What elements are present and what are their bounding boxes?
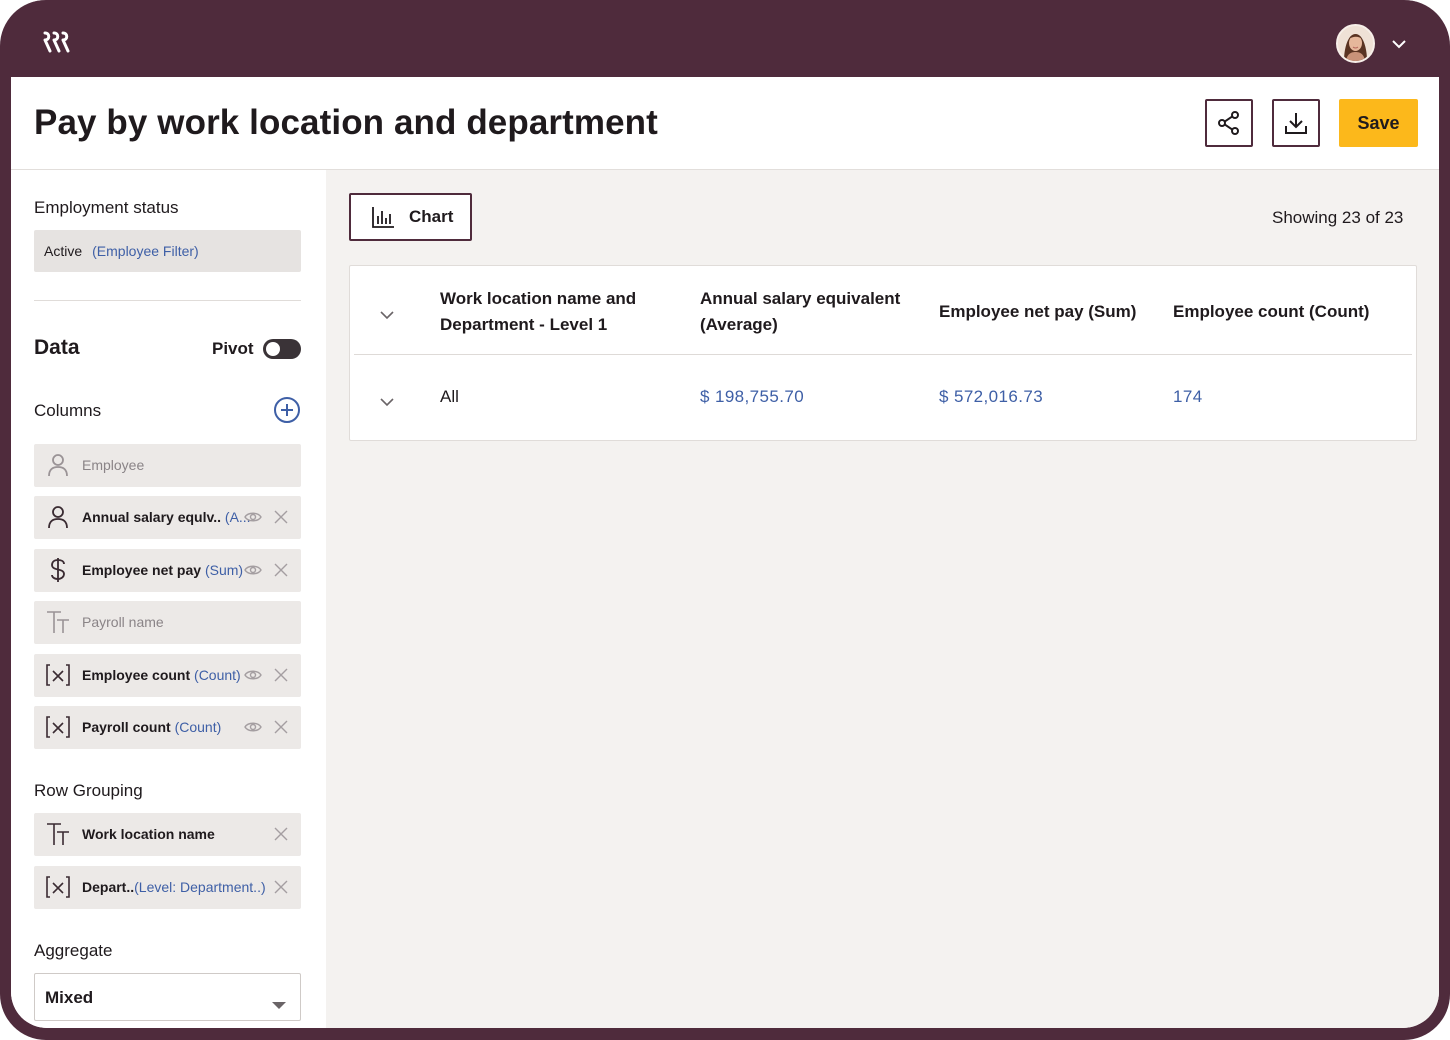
chevron-down-icon[interactable]	[380, 394, 394, 412]
text-type-icon	[45, 821, 71, 847]
aggregate-value: Mixed	[45, 988, 94, 1007]
aggregate-label: Aggregate	[34, 941, 113, 960]
row-grouping-label: Row Grouping	[34, 781, 143, 800]
column-header[interactable]: Employee net pay (Sum)	[939, 299, 1159, 325]
table-cell[interactable]: $ 572,016.73	[939, 387, 1043, 407]
toggle-knob	[266, 342, 280, 356]
column-chip-employee[interactable]: Employee	[34, 444, 301, 487]
row-group-chip-work-location[interactable]: Work location name	[34, 813, 301, 856]
app-screen: Pay by work location and department Save…	[11, 0, 1439, 1028]
employment-status-label: Employment status	[34, 198, 179, 217]
table-cell[interactable]: 174	[1173, 387, 1203, 407]
formula-icon	[45, 714, 71, 740]
caret-down-icon	[272, 995, 286, 1015]
column-label: Payroll count (Count)	[82, 719, 222, 735]
person-icon	[45, 504, 71, 530]
formula-icon	[45, 662, 71, 688]
chevron-down-icon[interactable]	[380, 307, 394, 325]
top-bar	[11, 0, 1439, 77]
sidebar: Employment status Active (Employee Filte…	[11, 170, 326, 1028]
close-icon[interactable]	[274, 563, 288, 580]
close-icon[interactable]	[274, 720, 288, 737]
eye-icon[interactable]	[244, 563, 262, 580]
table-cell: All	[440, 387, 459, 406]
person-icon	[45, 452, 71, 478]
eye-icon[interactable]	[244, 510, 262, 527]
column-label: Employee	[82, 457, 145, 473]
user-avatar[interactable]	[1336, 24, 1375, 63]
column-chip-payroll-name[interactable]: Payroll name	[34, 601, 301, 644]
logo-icon[interactable]	[42, 31, 72, 58]
close-icon[interactable]	[274, 880, 288, 897]
data-table: Work location name and Department - Leve…	[349, 265, 1417, 441]
close-icon[interactable]	[274, 510, 288, 527]
aggregate-select[interactable]: Mixed	[34, 973, 301, 1021]
column-chip-employee-count[interactable]: Employee count (Count)	[34, 654, 301, 697]
filter-value: Active	[44, 243, 83, 259]
employment-status-filter[interactable]: Active (Employee Filter)	[34, 230, 301, 272]
row-group-chip-department[interactable]: Depart..(Level: Department..)	[34, 866, 301, 909]
page-header: Pay by work location and department Save	[11, 77, 1439, 170]
eye-icon[interactable]	[244, 668, 262, 685]
device-frame: Pay by work location and department Save…	[0, 0, 1450, 1040]
eye-icon[interactable]	[244, 720, 262, 737]
share-button[interactable]	[1205, 99, 1253, 147]
showing-count: Showing 23 of 23	[1272, 208, 1404, 227]
column-label: Payroll name	[82, 614, 164, 630]
formula-icon	[45, 874, 71, 900]
share-icon	[1218, 111, 1239, 135]
row-group-label: Work location name	[82, 826, 215, 842]
column-label: Employee net pay (Sum)	[82, 562, 244, 578]
filter-type: (Employee Filter)	[92, 243, 199, 259]
main-content: Chart Showing 23 of 23 Work location nam…	[326, 170, 1439, 1028]
plus-icon	[281, 404, 293, 416]
column-header[interactable]: Employee count (Count)	[1173, 299, 1403, 325]
chart-button-label: Chart	[409, 207, 454, 226]
chart-button[interactable]: Chart	[349, 193, 472, 241]
columns-label: Columns	[34, 401, 102, 420]
save-button[interactable]: Save	[1339, 99, 1418, 147]
column-chip-employee-net-pay[interactable]: Employee net pay (Sum)	[34, 549, 301, 592]
bar-chart-icon	[372, 207, 394, 228]
row-group-label: Depart..(Level: Department..)	[82, 879, 266, 895]
data-section-title: Data	[34, 336, 80, 359]
chevron-down-icon[interactable]	[1391, 36, 1407, 54]
column-label: Employee count (Count)	[82, 667, 241, 683]
column-header[interactable]: Annual salary equivalent (Average)	[700, 286, 920, 338]
close-icon[interactable]	[274, 668, 288, 685]
download-icon	[1285, 113, 1307, 134]
column-chip-payroll-count[interactable]: Payroll count (Count)	[34, 706, 301, 749]
text-type-icon	[45, 609, 71, 635]
column-header[interactable]: Work location name and Department - Leve…	[440, 286, 670, 338]
table-cell[interactable]: $ 198,755.70	[700, 387, 804, 407]
pivot-toggle[interactable]	[263, 339, 301, 359]
column-chip-annual-salary[interactable]: Annual salary equlv.. (A...	[34, 496, 301, 539]
divider	[34, 300, 301, 301]
dollar-icon	[45, 557, 71, 583]
page-title: Pay by work location and department	[34, 103, 658, 142]
pivot-label: Pivot	[212, 339, 254, 358]
download-button[interactable]	[1272, 99, 1320, 147]
add-column-button[interactable]	[274, 397, 300, 423]
close-icon[interactable]	[274, 827, 288, 844]
column-label: Annual salary equlv.. (A...	[82, 509, 251, 525]
table-header: Work location name and Department - Leve…	[354, 266, 1412, 355]
